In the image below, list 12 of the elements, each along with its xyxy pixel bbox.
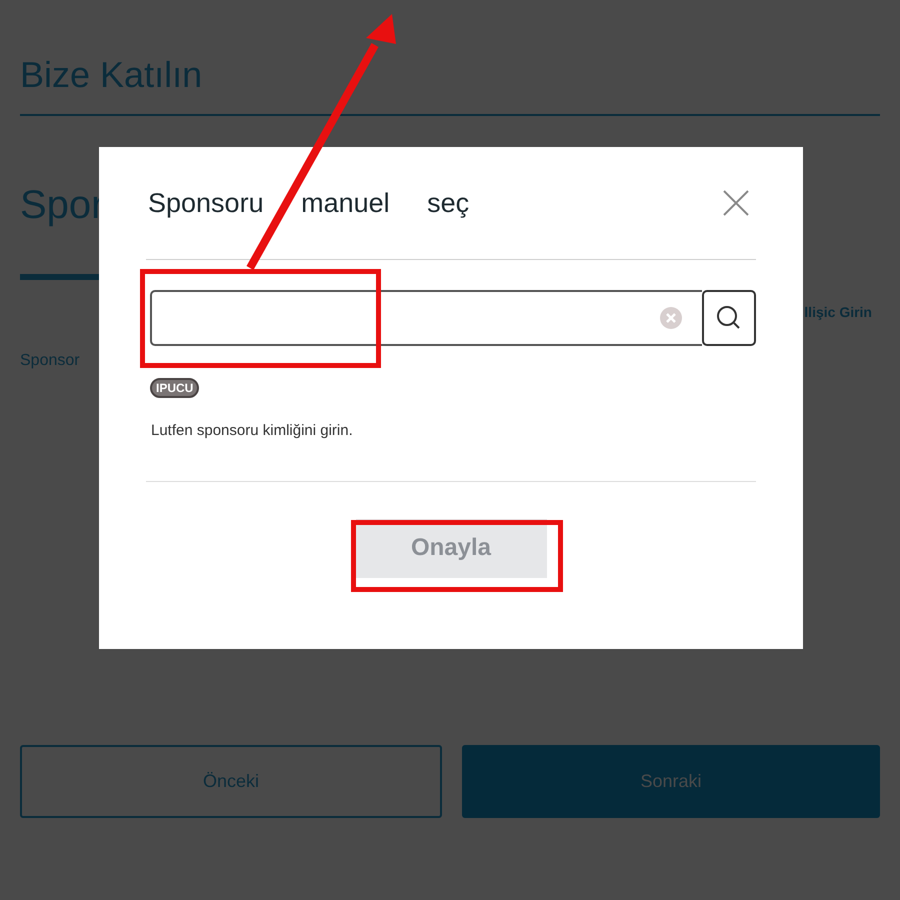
hint-badge: IPUCU bbox=[150, 378, 200, 398]
dialog-title: Sponsoru manuel seç bbox=[147, 186, 470, 220]
hint-text: Lutfen sponsoru kimliğini girin. bbox=[151, 421, 353, 441]
next-button[interactable]: Sonraki bbox=[462, 745, 880, 818]
search-field[interactable] bbox=[150, 290, 702, 346]
previous-button[interactable]: Önceki bbox=[20, 745, 442, 818]
search-button[interactable] bbox=[702, 290, 756, 346]
side-link[interactable]: llişic Girin bbox=[804, 302, 872, 323]
page-title: Bize Katılın bbox=[20, 53, 202, 97]
section-heading: Spor bbox=[20, 182, 104, 229]
close-icon[interactable] bbox=[722, 189, 750, 217]
field-label: Sponsor bbox=[20, 351, 80, 371]
